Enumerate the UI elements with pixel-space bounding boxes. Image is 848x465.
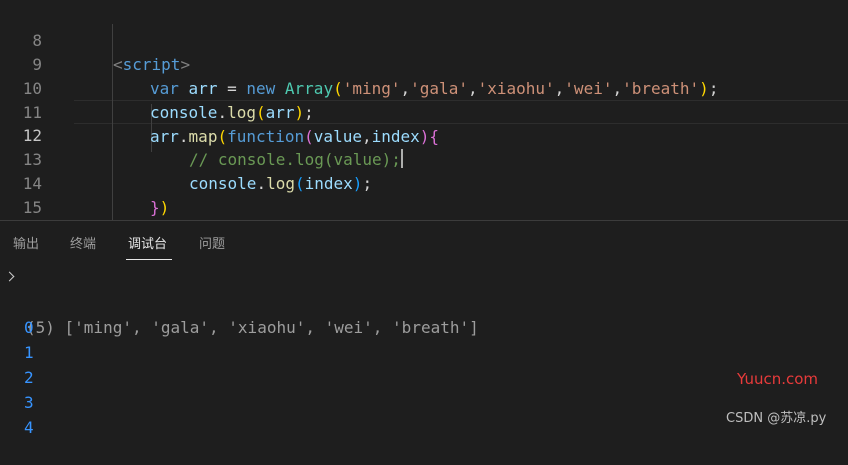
panel-tabs: 输出 终端 调试台 问题 [0,221,848,263]
tab-debug-console[interactable]: 调试台 [128,233,167,252]
code-line[interactable]: 16 [0,196,848,220]
console-array-text: (5) ['ming', 'gala', 'xiaohu', 'wei', 'b… [26,318,479,337]
console-output-line: 2 [0,340,39,387]
console-output-line: 4 [0,390,39,437]
code-line[interactable]: 8 <script> [0,5,848,74]
code-line[interactable]: 11 arr.map(function(value,index){ [0,77,848,146]
tab-terminal[interactable]: 终端 [70,233,96,252]
chevron-right-icon[interactable] [4,271,15,282]
console-output-line: 1 [0,315,39,362]
site-watermark: Yuucn.com [737,370,819,388]
console-array-entry[interactable]: (5) ['ming', 'gala', 'xiaohu', 'wei', 'b… [0,265,848,337]
code-line-active[interactable]: 12 // console.log(value); [0,100,848,169]
code-line[interactable]: 13 console.log(index); [0,124,848,193]
active-tab-indicator [126,259,172,260]
tab-problems[interactable]: 问题 [199,233,225,252]
code-line[interactable]: 15 [0,172,848,217]
console-output-line: 0 [0,290,39,337]
author-watermark: CSDN @苏凉.py [726,411,827,426]
code-line[interactable]: 9 var arr = new Array('ming','gala','xia… [0,29,848,98]
console-output-line: 3 [0,365,39,412]
debug-console-output[interactable]: (5) ['ming', 'gala', 'xiaohu', 'wei', 'b… [0,264,848,437]
output-value: 4 [24,418,34,437]
code-line[interactable]: 14 }) [0,148,848,217]
tab-output[interactable]: 输出 [13,233,39,252]
code-line[interactable]: 10 console.log(arr); [0,53,848,122]
code-editor[interactable]: 8 <script> 9 var arr = new Array('ming',… [0,0,848,220]
